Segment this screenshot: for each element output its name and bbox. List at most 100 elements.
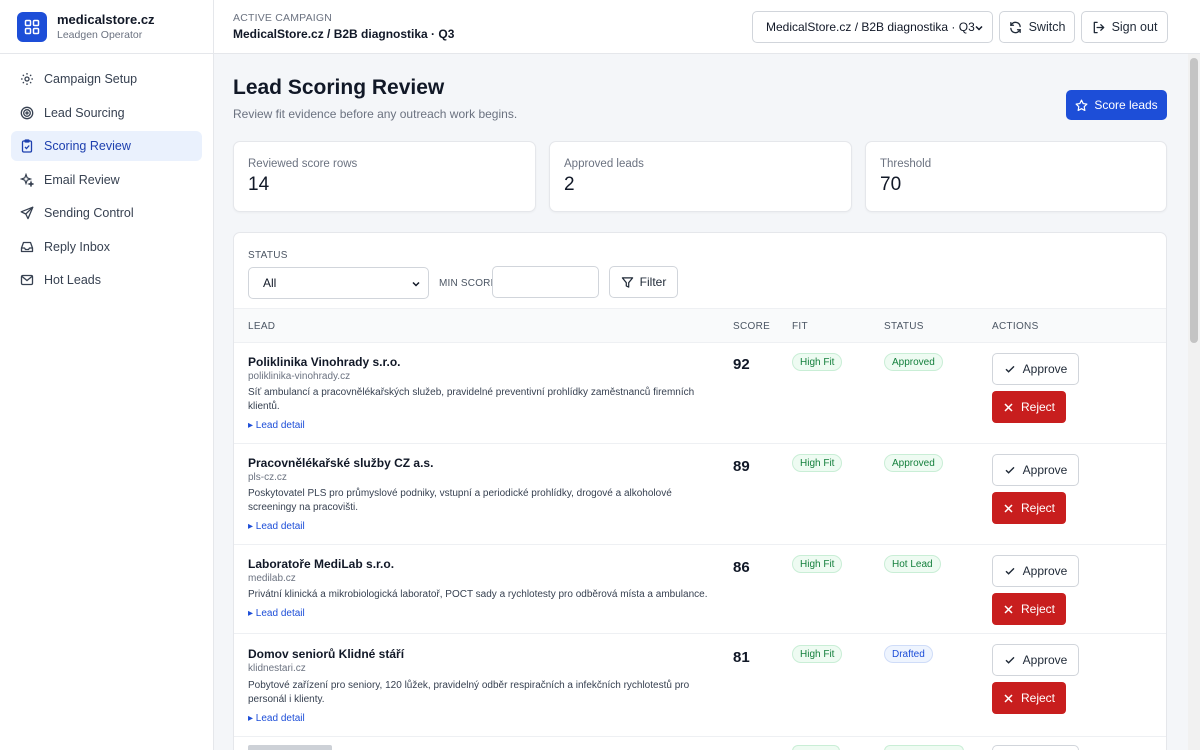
chevron-down-icon [411, 278, 421, 292]
brand: medicalstore.cz Leadgen Operator [0, 0, 213, 54]
scrollbar-thumb[interactable] [1190, 58, 1198, 343]
min-score-input[interactable] [492, 266, 599, 298]
lead-detail-toggle[interactable]: ▸ Lead detail [248, 713, 305, 724]
fit-badge: High Fit [792, 454, 843, 472]
app-grid-icon [17, 11, 47, 42]
status-badge: Hot Lead [884, 555, 941, 573]
star-icon [1075, 99, 1088, 111]
reject-button[interactable]: Reject [992, 492, 1066, 524]
approve-button[interactable]: Approve [992, 353, 1079, 385]
table-row: Poliklinika Vinohrady s.r.o. poliklinika… [234, 343, 1166, 444]
campaign-select[interactable]: MedicalStore.cz / B2B diagnostika · Q3 [752, 11, 993, 43]
reject-button[interactable]: Reject [992, 593, 1066, 625]
status-badge: Approved [884, 353, 943, 371]
status-filter-label: STATUS [248, 250, 288, 261]
target-icon [20, 106, 34, 120]
send-icon [20, 206, 34, 220]
fit-badge: High Fit [792, 645, 843, 663]
clipboard-check-icon [20, 139, 34, 153]
sidebar-item-reply-inbox[interactable]: Reply Inbox [11, 232, 202, 262]
close-icon [1004, 604, 1013, 614]
lead-detail-toggle[interactable]: ▸ Lead detail [248, 608, 305, 619]
lead-score: 89 [733, 458, 750, 475]
leads-panel: STATUS All MIN SCORE Filter LEAD SCORE F… [233, 232, 1167, 750]
gear-icon [20, 72, 34, 86]
table-row: Pracovnělékařské služby CZ a.s. pls-cz.c… [234, 444, 1166, 545]
lead-domain: pls-cz.cz [248, 472, 287, 483]
lead-domain: medilab.cz [248, 573, 296, 584]
fit-badge: High Fit [792, 555, 843, 573]
lead-score: 92 [733, 356, 750, 373]
brand-name: medicalstore.cz [57, 11, 155, 27]
status-badge: Drafted [884, 645, 933, 663]
table-header: LEAD SCORE FIT STATUS ACTIONS [234, 308, 1166, 343]
sidebar-item-campaign-setup[interactable]: Campaign Setup [11, 64, 202, 94]
approve-button[interactable]: Approve [992, 454, 1079, 486]
lead-domain: klidnestari.cz [248, 663, 306, 674]
mail-icon [20, 273, 34, 287]
stat-card-approved: Approved leads 2 [549, 141, 852, 212]
lead-description: Síť ambulancí a pracovnělékařských služe… [248, 387, 695, 412]
sign-out-label: Sign out [1111, 20, 1158, 34]
sidebar-item-hot-leads[interactable]: Hot Leads [11, 265, 202, 295]
page-scrollbar[interactable] [1188, 54, 1200, 750]
approve-label: Approve [1022, 362, 1068, 376]
sign-out-button[interactable]: Sign out [1081, 11, 1168, 43]
lead-name: Laboratoře MediLab s.r.o. [248, 557, 395, 571]
lead-score: 86 [733, 559, 750, 576]
approve-button-placeholder[interactable] [992, 745, 1079, 750]
stat-value: 2 [564, 174, 575, 195]
sidebar: medicalstore.cz Leadgen Operator Campaig… [0, 0, 214, 750]
check-icon [1005, 365, 1015, 373]
active-campaign-label: ACTIVE CAMPAIGN [233, 12, 333, 24]
reject-label: Reject [1020, 400, 1055, 414]
fit-badge-placeholder [792, 745, 840, 750]
switch-button[interactable]: Switch [999, 11, 1075, 43]
reject-button[interactable]: Reject [992, 391, 1066, 423]
reject-button[interactable]: Reject [992, 682, 1066, 714]
sidebar-item-label: Hot Leads [44, 273, 101, 287]
min-score-label: MIN SCORE [439, 278, 498, 289]
sidebar-item-label: Sending Control [44, 206, 134, 220]
close-icon [1004, 693, 1013, 703]
check-icon [1005, 567, 1015, 575]
approve-label: Approve [1022, 463, 1068, 477]
table-row-partial [234, 745, 1166, 750]
approve-label: Approve [1022, 564, 1068, 578]
status-filter-select[interactable]: All [248, 267, 429, 299]
column-header-score: SCORE [733, 321, 771, 332]
sidebar-item-scoring-review[interactable]: Scoring Review [11, 131, 202, 161]
lead-name-placeholder [248, 745, 332, 750]
check-icon [1005, 466, 1015, 474]
reject-label: Reject [1020, 691, 1055, 705]
approve-button[interactable]: Approve [992, 555, 1079, 587]
reject-label: Reject [1020, 501, 1055, 515]
column-header-actions: ACTIONS [992, 321, 1039, 332]
lead-description: Privátní klinická a mikrobiologická labo… [248, 589, 708, 600]
sidebar-item-label: Scoring Review [44, 139, 131, 153]
lead-score: 81 [733, 649, 750, 666]
stat-label: Reviewed score rows [248, 158, 358, 170]
score-leads-label: Score leads [1094, 98, 1158, 112]
column-header-fit: FIT [792, 321, 808, 332]
lead-description: Pobytové zařízení pro seniory, 120 lůžek… [248, 680, 690, 705]
sidebar-item-email-review[interactable]: Email Review [11, 165, 202, 195]
check-icon [1005, 656, 1015, 664]
sidebar-item-label: Campaign Setup [44, 72, 138, 86]
reject-label: Reject [1020, 602, 1055, 616]
sidebar-item-sending-control[interactable]: Sending Control [11, 198, 202, 228]
sidebar-item-lead-sourcing[interactable]: Lead Sourcing [11, 98, 202, 128]
lead-detail-toggle[interactable]: ▸ Lead detail [248, 420, 305, 431]
close-icon [1004, 402, 1013, 412]
sidebar-item-label: Email Review [44, 172, 120, 187]
status-badge: Approved [884, 454, 943, 472]
approve-button[interactable]: Approve [992, 644, 1079, 676]
column-header-status: STATUS [884, 321, 924, 332]
filter-button[interactable]: Filter [609, 266, 678, 298]
status-badge-placeholder [884, 745, 964, 750]
score-leads-button[interactable]: Score leads [1066, 90, 1167, 120]
inbox-icon [20, 240, 34, 254]
topbar: ACTIVE CAMPAIGN MedicalStore.cz / B2B di… [214, 0, 1200, 54]
lead-detail-toggle[interactable]: ▸ Lead detail [248, 521, 305, 532]
lead-description: Poskytovatel PLS pro průmyslové podniky,… [248, 488, 672, 513]
